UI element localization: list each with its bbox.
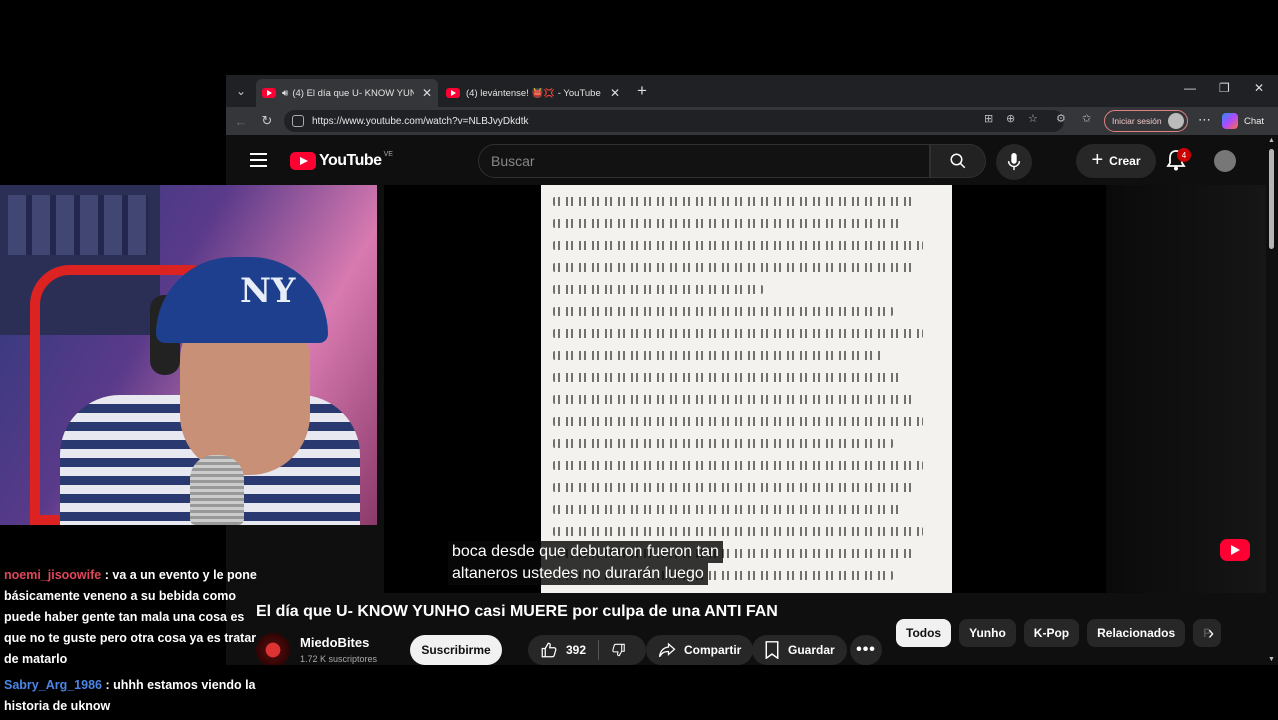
profile-avatar-icon	[1168, 113, 1184, 129]
back-arrow-icon[interactable]: ←	[232, 112, 250, 130]
signin-button[interactable]: Iniciar sesión	[1104, 110, 1188, 132]
search-input[interactable]: Buscar	[478, 144, 930, 178]
microphone-icon	[1007, 153, 1021, 171]
player-side-area	[1106, 185, 1266, 593]
search-button[interactable]	[930, 144, 986, 178]
chips-next-arrow-icon[interactable]: ›	[1208, 623, 1214, 644]
chip-relacionados[interactable]: Relacionados	[1087, 619, 1186, 647]
reload-icon[interactable]: ↻	[258, 112, 276, 130]
video-subtitles: boca desde que debutaron fueron tan alta…	[448, 541, 723, 585]
subscribe-button[interactable]: Suscribirme	[410, 635, 502, 665]
youtube-logo[interactable]: YouTube VE	[290, 151, 393, 171]
new-tab-icon[interactable]: +	[631, 80, 653, 102]
window-close-icon[interactable]: ✕	[1254, 81, 1264, 95]
voice-search-button[interactable]	[996, 144, 1032, 180]
user-avatar[interactable]	[1214, 150, 1236, 172]
webcam-shelf	[8, 195, 148, 255]
extensions-icon[interactable]: ⚙	[1056, 112, 1066, 125]
site-info-icon[interactable]	[292, 115, 304, 127]
tab-search-chevron-icon[interactable]: ⌄	[230, 80, 252, 102]
zoom-icon[interactable]: ⊕	[1006, 112, 1015, 125]
url-text: https://www.youtube.com/watch?v=NLBJvyDk…	[312, 115, 529, 127]
like-dislike-group: 392	[528, 635, 646, 665]
plus-icon: +	[1091, 148, 1104, 171]
restore-icon[interactable]: ❐	[1219, 81, 1230, 95]
youtube-masthead: YouTube VE Buscar + Crear 4	[226, 135, 1266, 187]
page-scrollbar[interactable]: ▲ ▼	[1266, 135, 1278, 665]
thumbs-up-icon	[541, 642, 557, 658]
youtube-favicon-icon	[446, 88, 460, 98]
chat-username: noemi_jisoowife	[4, 568, 102, 582]
video-title: El día que U- KNOW YUNHO casi MUERE por …	[256, 603, 778, 620]
chip-kpop[interactable]: K-Pop	[1023, 619, 1080, 647]
related-chips: Todos Yunho K-Pop Relacionados P	[896, 619, 1229, 647]
like-button[interactable]: 392	[540, 641, 586, 659]
video-player[interactable]	[384, 185, 1106, 593]
browser-window: ⌄ 🔊︎ (4) El día que U- KNOW YUN ✕ (4) le…	[226, 75, 1278, 665]
channel-name[interactable]: MiedoBites	[300, 635, 369, 650]
share-icon	[658, 642, 676, 658]
chat-text: va a un evento y le pone básicamente ven…	[4, 568, 257, 666]
studio-microphone	[190, 455, 244, 525]
close-tab-icon[interactable]: ✕	[422, 86, 432, 100]
nav-bar: ← ↻ https://www.youtube.com/watch?v=NLBJ…	[226, 107, 1278, 135]
menu-icon[interactable]	[250, 153, 267, 167]
tab-levantense[interactable]: (4) levántense! 👹💢 - YouTube ✕	[440, 79, 626, 107]
channel-subscribers: 1.72 K suscriptores	[300, 654, 378, 664]
create-button[interactable]: + Crear	[1076, 144, 1156, 178]
scrollbar-thumb[interactable]	[1269, 149, 1274, 249]
more-menu-icon[interactable]: ⋯	[1198, 112, 1211, 128]
youtube-watermark-icon	[1220, 539, 1250, 561]
tab-active-video[interactable]: 🔊︎ (4) El día que U- KNOW YUN ✕	[256, 79, 438, 107]
chip-yunho[interactable]: Yunho	[959, 619, 1016, 647]
notification-badge: 4	[1177, 148, 1191, 162]
chip-todos[interactable]: Todos	[896, 619, 952, 647]
more-dots-icon: •••	[856, 641, 876, 658]
search-icon	[950, 153, 966, 169]
thumbs-down-icon[interactable]	[611, 641, 626, 659]
bookmark-icon	[765, 641, 779, 659]
speaker-icon[interactable]: 🔊︎	[282, 88, 288, 99]
tab-bar: ⌄ 🔊︎ (4) El día que U- KNOW YUN ✕ (4) le…	[226, 75, 1278, 107]
app-install-icon[interactable]: ⊞	[984, 112, 993, 125]
like-count: 392	[566, 643, 587, 657]
copilot-chat-button[interactable]: Chat	[1222, 111, 1264, 131]
address-bar[interactable]: https://www.youtube.com/watch?v=NLBJvyDk…	[284, 110, 1064, 132]
streamer-webcam: NY	[0, 185, 377, 525]
scroll-down-icon[interactable]: ▼	[1268, 656, 1275, 663]
chat-message: Sabry_Arg_1986 : uhhh estamos viendo la …	[4, 678, 256, 713]
favorites-icon[interactable]: ✩	[1082, 112, 1091, 125]
minimize-icon[interactable]: —	[1184, 81, 1196, 95]
scroll-up-icon[interactable]: ▲	[1268, 137, 1275, 144]
chat-message: noemi_jisoowife : va a un evento y le po…	[4, 568, 257, 666]
youtube-play-logo-icon	[290, 152, 316, 170]
favorite-star-icon[interactable]: ☆	[1028, 112, 1038, 125]
save-button[interactable]: Guardar	[752, 635, 847, 665]
handwritten-letter-image	[541, 185, 952, 593]
share-button[interactable]: Compartir	[646, 635, 754, 665]
chat-username: Sabry_Arg_1986	[4, 678, 102, 692]
more-actions-button[interactable]: •••	[850, 635, 882, 665]
copilot-icon	[1222, 113, 1238, 129]
close-tab-icon[interactable]: ✕	[610, 86, 620, 100]
youtube-favicon-icon	[262, 88, 276, 98]
ny-cap-logo: NY	[240, 271, 296, 311]
